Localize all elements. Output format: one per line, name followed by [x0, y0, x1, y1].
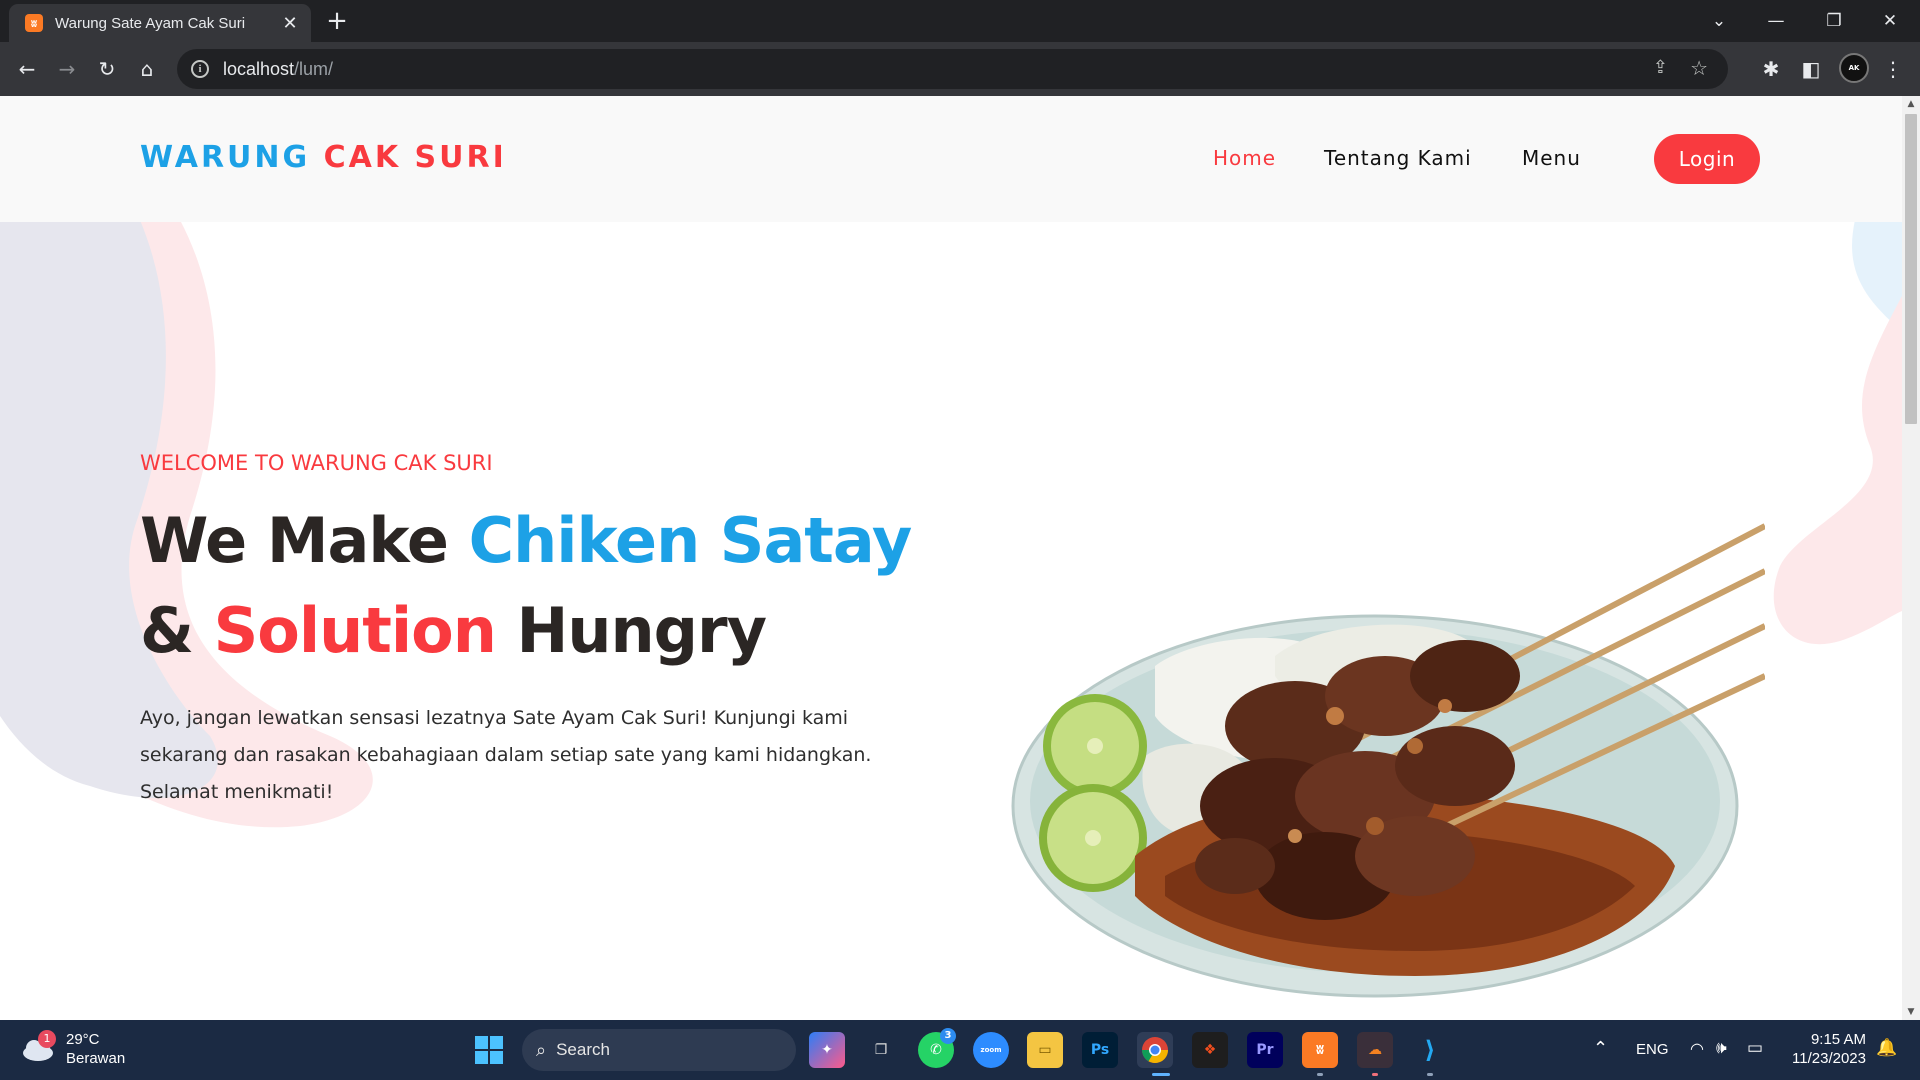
vscode-running-indicator [1427, 1073, 1433, 1076]
site-info-icon[interactable]: i [191, 60, 209, 78]
file-explorer-icon[interactable]: ▭ [1027, 1032, 1063, 1068]
windows-taskbar: 1 29°C Berawan ⌕ Search ✦ ❐ ✆ 3 zoom ▭ Ps… [0, 1020, 1920, 1080]
side-panel-icon[interactable]: ◧ [1795, 53, 1827, 85]
figma-icon[interactable]: ❖ [1192, 1032, 1228, 1068]
whatsapp-badge: 3 [940, 1028, 956, 1044]
xampp-icon[interactable]: ʬ [1302, 1032, 1338, 1068]
windows-start-icon[interactable] [471, 1032, 507, 1068]
browser-menu-icon[interactable]: ⋮ [1877, 53, 1909, 85]
address-bar[interactable]: i localhost/lum/ ⇪ ☆ [177, 49, 1728, 89]
cloud-weather-icon: 1 [20, 1030, 56, 1062]
tray-overflow-chevron-icon[interactable]: ⌃ [1593, 1038, 1608, 1059]
tab-search-chevron-icon[interactable]: ⌄ [1691, 0, 1747, 42]
clock-time: 9:15 AM [1810, 1031, 1866, 1048]
logo-word-cak-suri: CAK SURI [323, 140, 507, 175]
bookmark-star-icon[interactable]: ☆ [1690, 56, 1708, 80]
reload-icon[interactable]: ↻ [91, 53, 123, 85]
weather-badge: 1 [38, 1030, 56, 1048]
url-text: localhost/lum/ [223, 58, 334, 79]
cloudflare-running-indicator [1372, 1073, 1378, 1076]
nav-home[interactable]: Home [1213, 146, 1276, 170]
logo-word-warung: WARUNG [140, 140, 311, 175]
xampp-favicon-icon: ʬ [25, 14, 43, 32]
page-viewport: WARUNG CAK SURI Home Tentang Kami Menu L… [0, 96, 1902, 1020]
copilot-icon[interactable]: ✦ [809, 1032, 845, 1068]
scroll-thumb[interactable] [1905, 114, 1917, 424]
vscode-icon[interactable]: ⟩ [1412, 1032, 1448, 1068]
wifi-icon[interactable]: ◠ [1690, 1039, 1704, 1059]
hero-headline: We Make Chiken Satay & Solution Hungry [140, 504, 912, 667]
weather-desc: Berawan [66, 1050, 126, 1067]
premiere-pro-icon[interactable]: Pr [1247, 1032, 1283, 1068]
browser-toolbar: ← → ↻ ⌂ i localhost/lum/ ⇪ ☆ ✱ ◧ AK ⋮ [0, 42, 1920, 96]
back-icon[interactable]: ← [11, 53, 43, 85]
nav-tentang-kami[interactable]: Tentang Kami [1324, 146, 1472, 170]
weather-widget[interactable]: 1 29°C Berawan [20, 1030, 125, 1068]
photoshop-icon[interactable]: Ps [1082, 1032, 1118, 1068]
chrome-icon[interactable] [1137, 1032, 1173, 1068]
extensions-icon[interactable]: ✱ [1755, 53, 1787, 85]
profile-avatar[interactable]: AK [1839, 53, 1869, 83]
site-logo[interactable]: WARUNG CAK SURI [140, 140, 507, 175]
search-icon: ⌕ [536, 1039, 547, 1061]
nav-menu[interactable]: Menu [1522, 146, 1581, 170]
share-icon[interactable]: ⇪ [1653, 57, 1668, 78]
taskbar-search[interactable]: ⌕ Search [522, 1029, 796, 1071]
task-view-icon[interactable]: ❐ [863, 1032, 899, 1068]
xampp-running-indicator [1317, 1073, 1323, 1076]
page-scrollbar[interactable]: ▲ ▼ [1902, 96, 1920, 1020]
new-tab-icon[interactable]: + [322, 6, 352, 36]
login-button[interactable]: Login [1654, 134, 1760, 184]
hero-description: Ayo, jangan lewatkan sensasi lezatnya Sa… [140, 707, 872, 803]
forward-icon[interactable]: → [51, 53, 83, 85]
browser-tabstrip: ʬ Warung Sate Ayam Cak Suri ✕ + ⌄ — ❐ ✕ [0, 0, 1920, 42]
tab-close-icon[interactable]: ✕ [279, 13, 301, 34]
whatsapp-icon[interactable]: ✆ 3 [918, 1028, 956, 1068]
scroll-up-arrow-icon[interactable]: ▲ [1902, 96, 1920, 112]
notification-bell-icon[interactable]: 🔔 [1876, 1038, 1897, 1058]
cloudflare-icon[interactable]: ☁ [1357, 1032, 1393, 1068]
zoom-icon[interactable]: zoom [973, 1032, 1009, 1068]
satay-plate-image [1011, 523, 1765, 998]
scroll-down-arrow-icon[interactable]: ▼ [1902, 1004, 1920, 1020]
restore-icon[interactable]: ❐ [1806, 0, 1862, 42]
clock[interactable]: 9:15 AM 11/23/2023 [1790, 1030, 1866, 1068]
close-window-icon[interactable]: ✕ [1862, 0, 1918, 42]
clock-date: 11/23/2023 [1792, 1050, 1866, 1067]
weather-temp: 29°C [66, 1031, 100, 1048]
tab-title: Warung Sate Ayam Cak Suri [55, 14, 246, 32]
site-navbar: WARUNG CAK SURI Home Tentang Kami Menu L… [0, 96, 1902, 222]
chrome-active-indicator [1152, 1073, 1170, 1076]
volume-icon[interactable]: 🕪 [1716, 1038, 1727, 1058]
browser-tab[interactable]: ʬ Warung Sate Ayam Cak Suri ✕ [9, 4, 311, 42]
minimize-icon[interactable]: — [1748, 0, 1804, 42]
search-label: Search [556, 1040, 610, 1059]
hero-eyebrow: WELCOME TO WARUNG CAK SURI [140, 451, 493, 475]
battery-icon[interactable]: ▭ [1747, 1038, 1763, 1058]
home-icon[interactable]: ⌂ [131, 53, 163, 85]
language-indicator[interactable]: ENG [1636, 1041, 1669, 1058]
